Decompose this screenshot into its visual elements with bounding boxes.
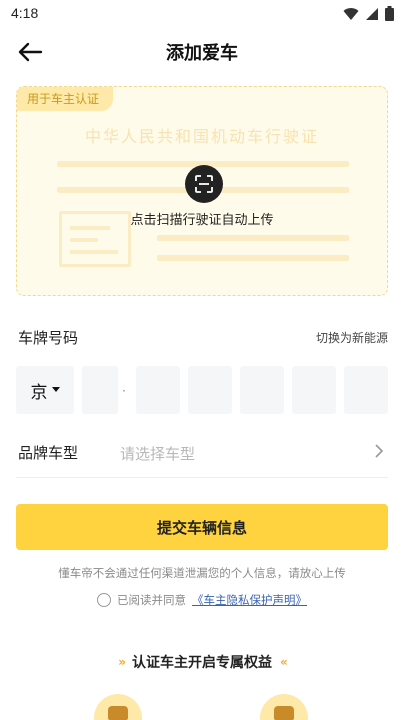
wifi-icon <box>343 7 359 20</box>
caret-down-icon <box>51 387 60 392</box>
photo-line <box>70 250 118 254</box>
brand-model-row[interactable]: 品牌车型 请选择车型 <box>16 428 388 478</box>
scan-button[interactable] <box>185 165 223 203</box>
page-title: 添加爱车 <box>166 43 238 64</box>
scan-action-text: 点击扫描行驶证自动上传 <box>130 213 274 228</box>
photo-line <box>70 238 98 242</box>
plate-char-input[interactable] <box>240 366 284 414</box>
submit-vehicle-button[interactable]: 提交车辆信息 <box>16 504 388 550</box>
province-selector[interactable]: 京 <box>16 366 74 414</box>
signal-icon <box>366 7 378 20</box>
license-line <box>157 235 349 241</box>
plate-char-input[interactable] <box>344 366 388 414</box>
benefit-icon <box>94 694 142 720</box>
status-bar: 4:18 <box>0 0 404 28</box>
benefit-icon <box>260 694 308 720</box>
switch-new-energy-link[interactable]: 切换为新能源 <box>316 329 388 346</box>
owner-auth-tag: 用于车主认证 <box>17 87 114 111</box>
scan-icon <box>195 175 213 193</box>
plate-char-input[interactable] <box>136 366 180 414</box>
plate-char-input[interactable] <box>188 366 232 414</box>
chevron-right-icon <box>375 444 384 458</box>
agreement-radio[interactable] <box>97 593 111 607</box>
plate-number-label: 车牌号码 <box>18 329 79 347</box>
benefits-header: » 认证车主开启专属权益 « <box>0 652 404 672</box>
license-watermark-title: 中华人民共和国机动车行驶证 <box>84 127 319 146</box>
privacy-policy-link[interactable]: 《车主隐私保护声明》 <box>192 592 307 608</box>
double-chevron-left-icon: « <box>280 655 288 669</box>
license-line <box>157 255 349 261</box>
status-icons <box>343 6 394 21</box>
plate-separator: · <box>122 384 126 398</box>
benefits-title: 认证车主开启专属权益 <box>132 655 272 671</box>
brand-model-placeholder: 请选择车型 <box>120 445 196 463</box>
agreement-row: 已阅读并同意 《车主隐私保护声明》 <box>0 592 404 608</box>
status-time: 4:18 <box>11 5 39 21</box>
plate-input-row: 京 · <box>16 366 388 414</box>
plate-char-input[interactable] <box>82 366 118 414</box>
battery-icon <box>385 6 394 21</box>
brand-model-label: 品牌车型 <box>18 444 79 462</box>
benefit-icon-shape <box>108 706 128 720</box>
header: 添加爱车 <box>0 28 404 74</box>
privacy-note: 懂车帝不会通过任何渠道泄漏您的个人信息，请放心上传 <box>58 566 346 580</box>
province-value: 京 <box>30 382 48 403</box>
benefit-icon-shape <box>274 706 294 720</box>
plate-char-input[interactable] <box>292 366 336 414</box>
double-chevron-right-icon: » <box>118 655 126 669</box>
scan-license-card[interactable]: 用于车主认证 中华人民共和国机动车行驶证 点击扫描行驶证自动上传 <box>16 86 388 296</box>
agreement-text: 已阅读并同意 <box>117 593 186 607</box>
